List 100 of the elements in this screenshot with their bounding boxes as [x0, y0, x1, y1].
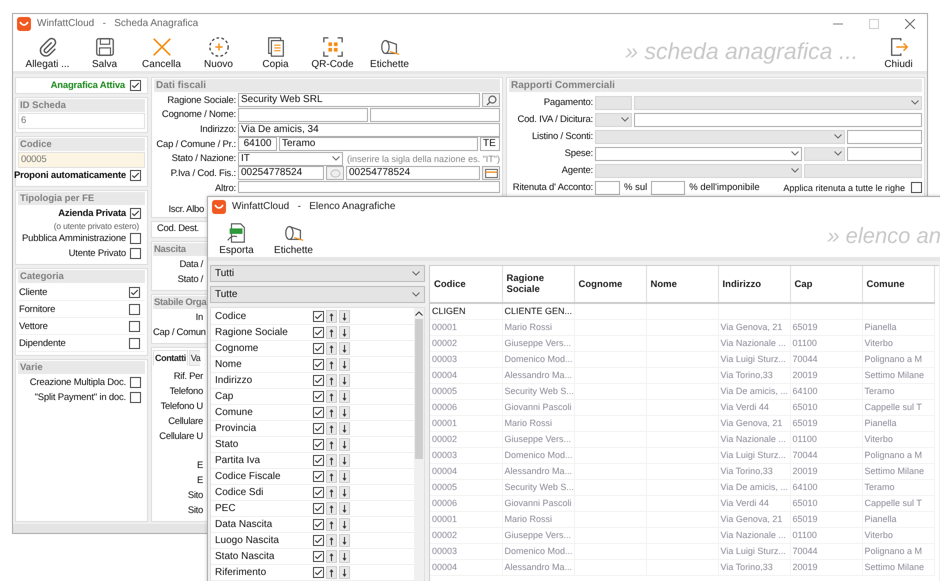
- checkbox[interactable]: [313, 519, 324, 530]
- checkbox[interactable]: [313, 551, 324, 562]
- checkbox[interactable]: [313, 407, 324, 418]
- checkbox[interactable]: [130, 170, 141, 181]
- toolbar-button[interactable]: Nuovo: [190, 36, 247, 70]
- checkbox[interactable]: [313, 567, 324, 578]
- close-icon[interactable]: [905, 18, 915, 28]
- checkbox[interactable]: [130, 233, 141, 244]
- checkbox[interactable]: [313, 471, 324, 482]
- toggle-button[interactable]: [326, 166, 344, 180]
- move-up-button[interactable]: [326, 342, 337, 355]
- toolbar-button[interactable]: QR-Code: [304, 36, 361, 70]
- checkbox[interactable]: [313, 423, 324, 434]
- checkbox[interactable]: [130, 208, 141, 219]
- move-down-button[interactable]: [339, 358, 350, 371]
- checkbox[interactable]: [129, 286, 140, 298]
- move-down-button[interactable]: [339, 566, 350, 579]
- checkbox[interactable]: [130, 248, 141, 259]
- column-header[interactable]: Comune: [862, 266, 934, 303]
- toolbar-button[interactable]: Cancella: [133, 36, 190, 70]
- checkbox[interactable]: [313, 343, 324, 354]
- input-field[interactable]: [238, 108, 368, 122]
- column-header[interactable]: Cognome: [574, 266, 646, 303]
- input-field[interactable]: 00254778524: [238, 166, 324, 180]
- move-down-button[interactable]: [339, 390, 350, 403]
- move-down-button[interactable]: [339, 534, 350, 547]
- scrollbar-thumb[interactable]: [415, 319, 423, 459]
- toolbar-button[interactable]: Esporta: [208, 222, 265, 256]
- checkbox[interactable]: [313, 455, 324, 466]
- move-down-button[interactable]: [339, 406, 350, 419]
- input-field[interactable]: Security Web SRL: [238, 93, 480, 108]
- move-up-button[interactable]: [326, 438, 337, 451]
- checkbox[interactable]: [313, 375, 324, 386]
- input-field[interactable]: 00254778524: [346, 166, 480, 180]
- move-up-button[interactable]: [326, 454, 337, 467]
- checkbox[interactable]: [129, 304, 140, 314]
- input-field[interactable]: TE: [480, 137, 500, 152]
- input-field[interactable]: [634, 112, 922, 126]
- checkbox[interactable]: [129, 338, 140, 348]
- card-button[interactable]: [482, 166, 500, 180]
- close-button[interactable]: Chiudi: [870, 36, 927, 70]
- move-up-button[interactable]: [326, 486, 337, 499]
- input-field[interactable]: Via De amicis, 34: [238, 122, 500, 137]
- move-down-button[interactable]: [339, 438, 350, 451]
- checkbox[interactable]: [911, 182, 922, 193]
- move-up-button[interactable]: [326, 310, 337, 323]
- move-down-button[interactable]: [339, 550, 350, 563]
- move-up-button[interactable]: [326, 326, 337, 339]
- move-down-button[interactable]: [339, 310, 350, 323]
- move-down-button[interactable]: [339, 470, 350, 483]
- toolbar-button[interactable]: Copia: [247, 36, 304, 70]
- column-header[interactable]: Cap: [790, 266, 862, 303]
- move-up-button[interactable]: [326, 566, 337, 579]
- input-field[interactable]: 64100: [238, 137, 277, 152]
- input-field[interactable]: [238, 180, 500, 193]
- move-up-button[interactable]: [326, 550, 337, 563]
- move-up-button[interactable]: [326, 406, 337, 419]
- move-up-button[interactable]: [326, 470, 337, 483]
- checkbox[interactable]: [313, 311, 324, 322]
- toolbar-button[interactable]: Salva: [76, 36, 133, 70]
- checkbox[interactable]: [129, 320, 140, 332]
- checkbox[interactable]: [313, 439, 324, 450]
- dropdown[interactable]: Tutti: [210, 265, 425, 282]
- move-down-button[interactable]: [339, 422, 350, 435]
- checkbox[interactable]: [313, 391, 324, 402]
- checkbox[interactable]: [313, 359, 324, 370]
- toolbar-button[interactable]: Etichette: [361, 36, 418, 70]
- checkbox[interactable]: [313, 487, 324, 498]
- checkbox[interactable]: [130, 392, 141, 403]
- checkbox[interactable]: [313, 327, 324, 338]
- move-down-button[interactable]: [339, 518, 350, 531]
- input-field[interactable]: [847, 130, 922, 144]
- column-header[interactable]: Ragione Sociale: [502, 266, 574, 303]
- search-button[interactable]: [482, 93, 500, 108]
- tab[interactable]: Contatti: [153, 350, 188, 366]
- move-up-button[interactable]: [326, 374, 337, 387]
- move-down-button[interactable]: [339, 454, 350, 467]
- checkbox[interactable]: [130, 377, 141, 388]
- input-field[interactable]: 00005: [18, 152, 145, 168]
- dropdown[interactable]: IT: [238, 152, 343, 166]
- column-header[interactable]: Indirizzo: [718, 266, 790, 303]
- scrollbar[interactable]: [414, 308, 424, 581]
- input-field[interactable]: [370, 108, 500, 122]
- column-header[interactable]: Nome: [646, 266, 718, 303]
- move-up-button[interactable]: [326, 502, 337, 515]
- move-up-button[interactable]: [326, 390, 337, 403]
- move-down-button[interactable]: [339, 502, 350, 515]
- move-up-button[interactable]: [326, 534, 337, 547]
- dropdown[interactable]: Tutte: [210, 286, 425, 303]
- checkbox[interactable]: [130, 80, 141, 91]
- column-header[interactable]: Codice: [430, 266, 502, 303]
- move-down-button[interactable]: [339, 342, 350, 355]
- toolbar-button[interactable]: Etichette: [265, 222, 322, 256]
- toolbar-button[interactable]: Allegati ...: [19, 36, 76, 70]
- move-down-button[interactable]: [339, 486, 350, 499]
- move-up-button[interactable]: [326, 422, 337, 435]
- input-field[interactable]: [651, 180, 686, 194]
- move-down-button[interactable]: [339, 326, 350, 339]
- input-field[interactable]: [847, 146, 922, 160]
- input-field[interactable]: [595, 180, 620, 194]
